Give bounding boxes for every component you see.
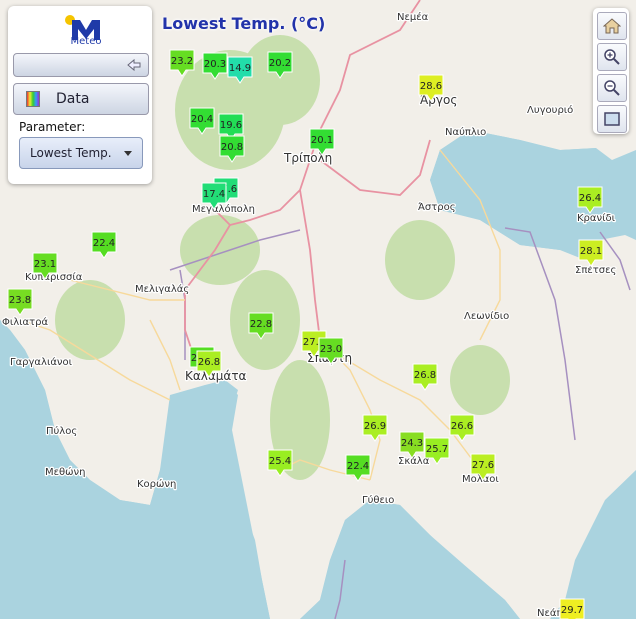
data-button[interactable]: Data (13, 83, 149, 115)
zoom-in-icon (604, 49, 620, 65)
station-marker-value: 22.4 (347, 461, 369, 472)
station-marker-value: 20.1 (311, 135, 333, 146)
zoom-out-icon (604, 80, 620, 96)
place-pylos: Πύλος (46, 425, 77, 437)
hand-pointer-icon[interactable] (126, 58, 142, 72)
place-lygourio: Λυγουριό (527, 104, 573, 116)
station-marker-value: 28.1 (580, 246, 602, 257)
chevron-down-icon (124, 150, 132, 156)
station-marker-value: 26.4 (579, 193, 601, 204)
station-marker-value: 23.0 (320, 344, 342, 355)
zoom-in-button[interactable] (597, 43, 627, 71)
station-marker-value: 19.6 (220, 120, 242, 131)
station-marker-value: 29.7 (561, 605, 583, 616)
station-marker-value: 23.2 (171, 56, 193, 67)
station-marker-value: 20.3 (204, 59, 226, 70)
station-marker-value: 27.6 (472, 460, 494, 471)
home-button[interactable] (597, 12, 627, 40)
station-marker-value: 26.6 (451, 421, 473, 432)
station-marker-value: 23.1 (34, 259, 56, 270)
place-nemea: Νεμέα (397, 11, 429, 23)
station-marker-value: 23.8 (9, 295, 31, 306)
control-panel: Meteo Data Parameter: Lowest Temp. (8, 6, 152, 184)
fullscreen-button[interactable] (597, 105, 627, 133)
place-astros: Άστρος (418, 201, 456, 213)
station-marker-value: 25.4 (269, 456, 291, 467)
station-marker-value: 17.4 (203, 189, 225, 200)
station-marker-value: 20.2 (269, 58, 291, 69)
time-slider[interactable] (13, 53, 149, 77)
parameter-select[interactable]: Lowest Temp. (19, 137, 143, 169)
place-gargalianoi: Γαργαλιάνοι (10, 356, 73, 368)
data-button-label: Data (56, 91, 90, 107)
zoom-out-button[interactable] (597, 74, 627, 102)
map-title: Lowest Temp. (°C) (162, 14, 326, 33)
place-megalopoli: Μεγαλόπολη (192, 203, 255, 215)
fullscreen-icon (604, 112, 620, 126)
place-koroni: Κορώνη (137, 478, 176, 490)
place-nafplio: Ναύπλιο (445, 126, 486, 138)
station-marker-value: 26.9 (364, 421, 386, 432)
station-marker-value: 25.7 (426, 444, 448, 455)
station-marker-value: 14.9 (229, 63, 251, 74)
station-marker-value: 28.6 (420, 81, 442, 92)
station-marker-value: 22.8 (250, 319, 272, 330)
place-kranidi: Κρανίδι (577, 212, 616, 224)
place-tripoli: Τρίπολη (283, 151, 332, 165)
parameter-label: Parameter: (19, 120, 86, 134)
place-gytheio: Γύθειο (362, 494, 394, 506)
place-filiatra: Φιλιατρά (2, 316, 49, 328)
palette-icon (26, 91, 40, 107)
station-marker-value: 20.8 (221, 142, 243, 153)
logo-text: Meteo (70, 36, 102, 47)
station-marker[interactable]: 29.7 (559, 598, 585, 619)
station-marker-value: 26.8 (198, 357, 220, 368)
station-marker-value: 20.4 (191, 114, 213, 125)
place-leonidio: Λεωνίδιο (464, 310, 509, 322)
station-marker-value: 24.3 (401, 438, 423, 449)
station-marker-value: 26.8 (414, 370, 436, 381)
map-toolbar (593, 8, 629, 134)
place-spetses: Σπέτσες (575, 264, 616, 276)
home-icon (603, 18, 621, 34)
place-meligalas: Μελιγαλάς (135, 283, 189, 295)
station-marker-value: 22.4 (93, 238, 115, 249)
place-methoni: Μεθώνη (45, 466, 85, 478)
parameter-select-value: Lowest Temp. (30, 146, 112, 160)
